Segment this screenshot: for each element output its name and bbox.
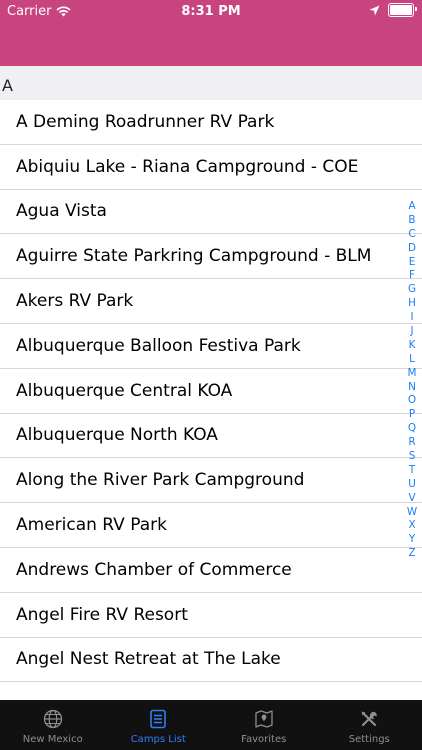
list-item[interactable]: Along the River Park Campground xyxy=(0,458,422,504)
index-letter-a[interactable]: A xyxy=(408,200,415,214)
camp-name: Albuquerque North KOA xyxy=(16,425,218,446)
index-letter-c[interactable]: C xyxy=(408,228,415,242)
index-letter-e[interactable]: E xyxy=(409,256,416,270)
index-letter-o[interactable]: O xyxy=(408,394,416,408)
tab-camps-list[interactable]: Camps List xyxy=(106,700,212,750)
list-item[interactable]: Albuquerque Balloon Festiva Park xyxy=(0,324,422,369)
index-letter-u[interactable]: U xyxy=(408,478,416,492)
tab-settings[interactable]: Settings xyxy=(317,700,422,750)
location-arrow-icon xyxy=(369,5,380,15)
tab-favorites[interactable]: Favorites xyxy=(211,700,317,750)
index-letter-n[interactable]: N xyxy=(408,381,416,395)
index-letter-l[interactable]: L xyxy=(409,353,415,367)
index-letter-q[interactable]: Q xyxy=(408,422,416,436)
index-letter-i[interactable]: I xyxy=(410,311,413,325)
list-item[interactable]: Akers RV Park xyxy=(0,279,422,324)
camps-list-screen: Carrier 8:31 PM A A Deming Roadrunner RV… xyxy=(0,0,422,750)
index-letter-x[interactable]: X xyxy=(408,519,415,533)
list-item[interactable]: Abiquiu Lake - Riana Campground - COE xyxy=(0,145,422,190)
index-letter-z[interactable]: Z xyxy=(408,547,415,561)
section-index-bar[interactable]: A B C D E F G H I J K L M N O P Q R S T … xyxy=(405,200,419,561)
list-item[interactable]: American RV Park xyxy=(0,503,422,548)
list-item[interactable]: Angel Nest Retreat at The Lake xyxy=(0,638,422,683)
camp-name: Akers RV Park xyxy=(16,291,134,312)
list-item[interactable]: Andrews Chamber of Commerce xyxy=(0,548,422,593)
list-item[interactable]: Aguirre State Parkring Campground - BLM xyxy=(0,234,422,280)
section-header: A xyxy=(0,66,422,100)
index-letter-p[interactable]: P xyxy=(409,408,415,422)
list-item[interactable]: Albuquerque North KOA xyxy=(0,414,422,459)
index-letter-m[interactable]: M xyxy=(408,367,417,381)
index-letter-g[interactable]: G xyxy=(408,283,416,297)
list-item[interactable]: Agua Vista xyxy=(0,190,422,235)
index-letter-f[interactable]: F xyxy=(409,269,415,283)
index-letter-k[interactable]: K xyxy=(409,339,416,353)
map-icon xyxy=(255,710,273,728)
tab-label: Camps List xyxy=(130,734,186,745)
index-letter-w[interactable]: W xyxy=(407,506,417,520)
tab-label: New Mexico xyxy=(22,734,83,745)
tools-icon xyxy=(361,711,377,727)
list-item[interactable]: Albuquerque Central KOA xyxy=(0,369,422,414)
index-letter-j[interactable]: J xyxy=(410,325,413,339)
status-time: 8:31 PM xyxy=(181,4,241,19)
list-icon xyxy=(150,709,167,729)
battery-icon xyxy=(388,3,417,17)
tab-label: Favorites xyxy=(241,734,287,745)
index-letter-b[interactable]: B xyxy=(408,214,415,228)
list-item[interactable]: Angel Fire RV Resort xyxy=(0,593,422,638)
camps-list[interactable]: A Deming Roadrunner RV Park Abiquiu Lake… xyxy=(0,100,422,700)
status-right-icons xyxy=(369,3,417,17)
index-letter-d[interactable]: D xyxy=(408,242,416,256)
list-item[interactable]: A Deming Roadrunner RV Park xyxy=(0,100,422,145)
camp-name: American RV Park xyxy=(16,515,167,536)
camp-name: Angel Nest Retreat at The Lake xyxy=(16,649,281,670)
camp-name: Albuquerque Central KOA xyxy=(16,380,233,401)
camp-name: Abiquiu Lake - Riana Campground - COE xyxy=(16,156,359,177)
index-letter-r[interactable]: R xyxy=(408,436,415,450)
index-letter-y[interactable]: Y xyxy=(409,533,415,547)
tab-new-mexico[interactable]: New Mexico xyxy=(0,700,106,750)
camp-name: Albuquerque Balloon Festiva Park xyxy=(16,335,301,356)
camp-name: Angel Fire RV Resort xyxy=(16,604,188,625)
camp-name: A Deming Roadrunner RV Park xyxy=(16,111,275,132)
navigation-bar: Carrier 8:31 PM xyxy=(0,0,422,66)
section-header-label: A xyxy=(2,76,13,95)
camp-name: Agua Vista xyxy=(16,201,107,222)
index-letter-s[interactable]: S xyxy=(409,450,416,464)
index-letter-h[interactable]: H xyxy=(408,297,416,311)
status-bar: Carrier 8:31 PM xyxy=(0,0,422,22)
camp-name: Andrews Chamber of Commerce xyxy=(16,559,292,580)
globe-icon xyxy=(43,709,62,729)
index-letter-v[interactable]: V xyxy=(408,492,415,506)
tab-bar: New Mexico Camps List Favorites Settings xyxy=(0,700,422,750)
camp-name: Along the River Park Campground xyxy=(16,470,305,491)
index-letter-t[interactable]: T xyxy=(409,464,415,478)
camp-name: Aguirre State Parkring Campground - BLM xyxy=(16,246,372,267)
tab-label: Settings xyxy=(348,734,390,745)
